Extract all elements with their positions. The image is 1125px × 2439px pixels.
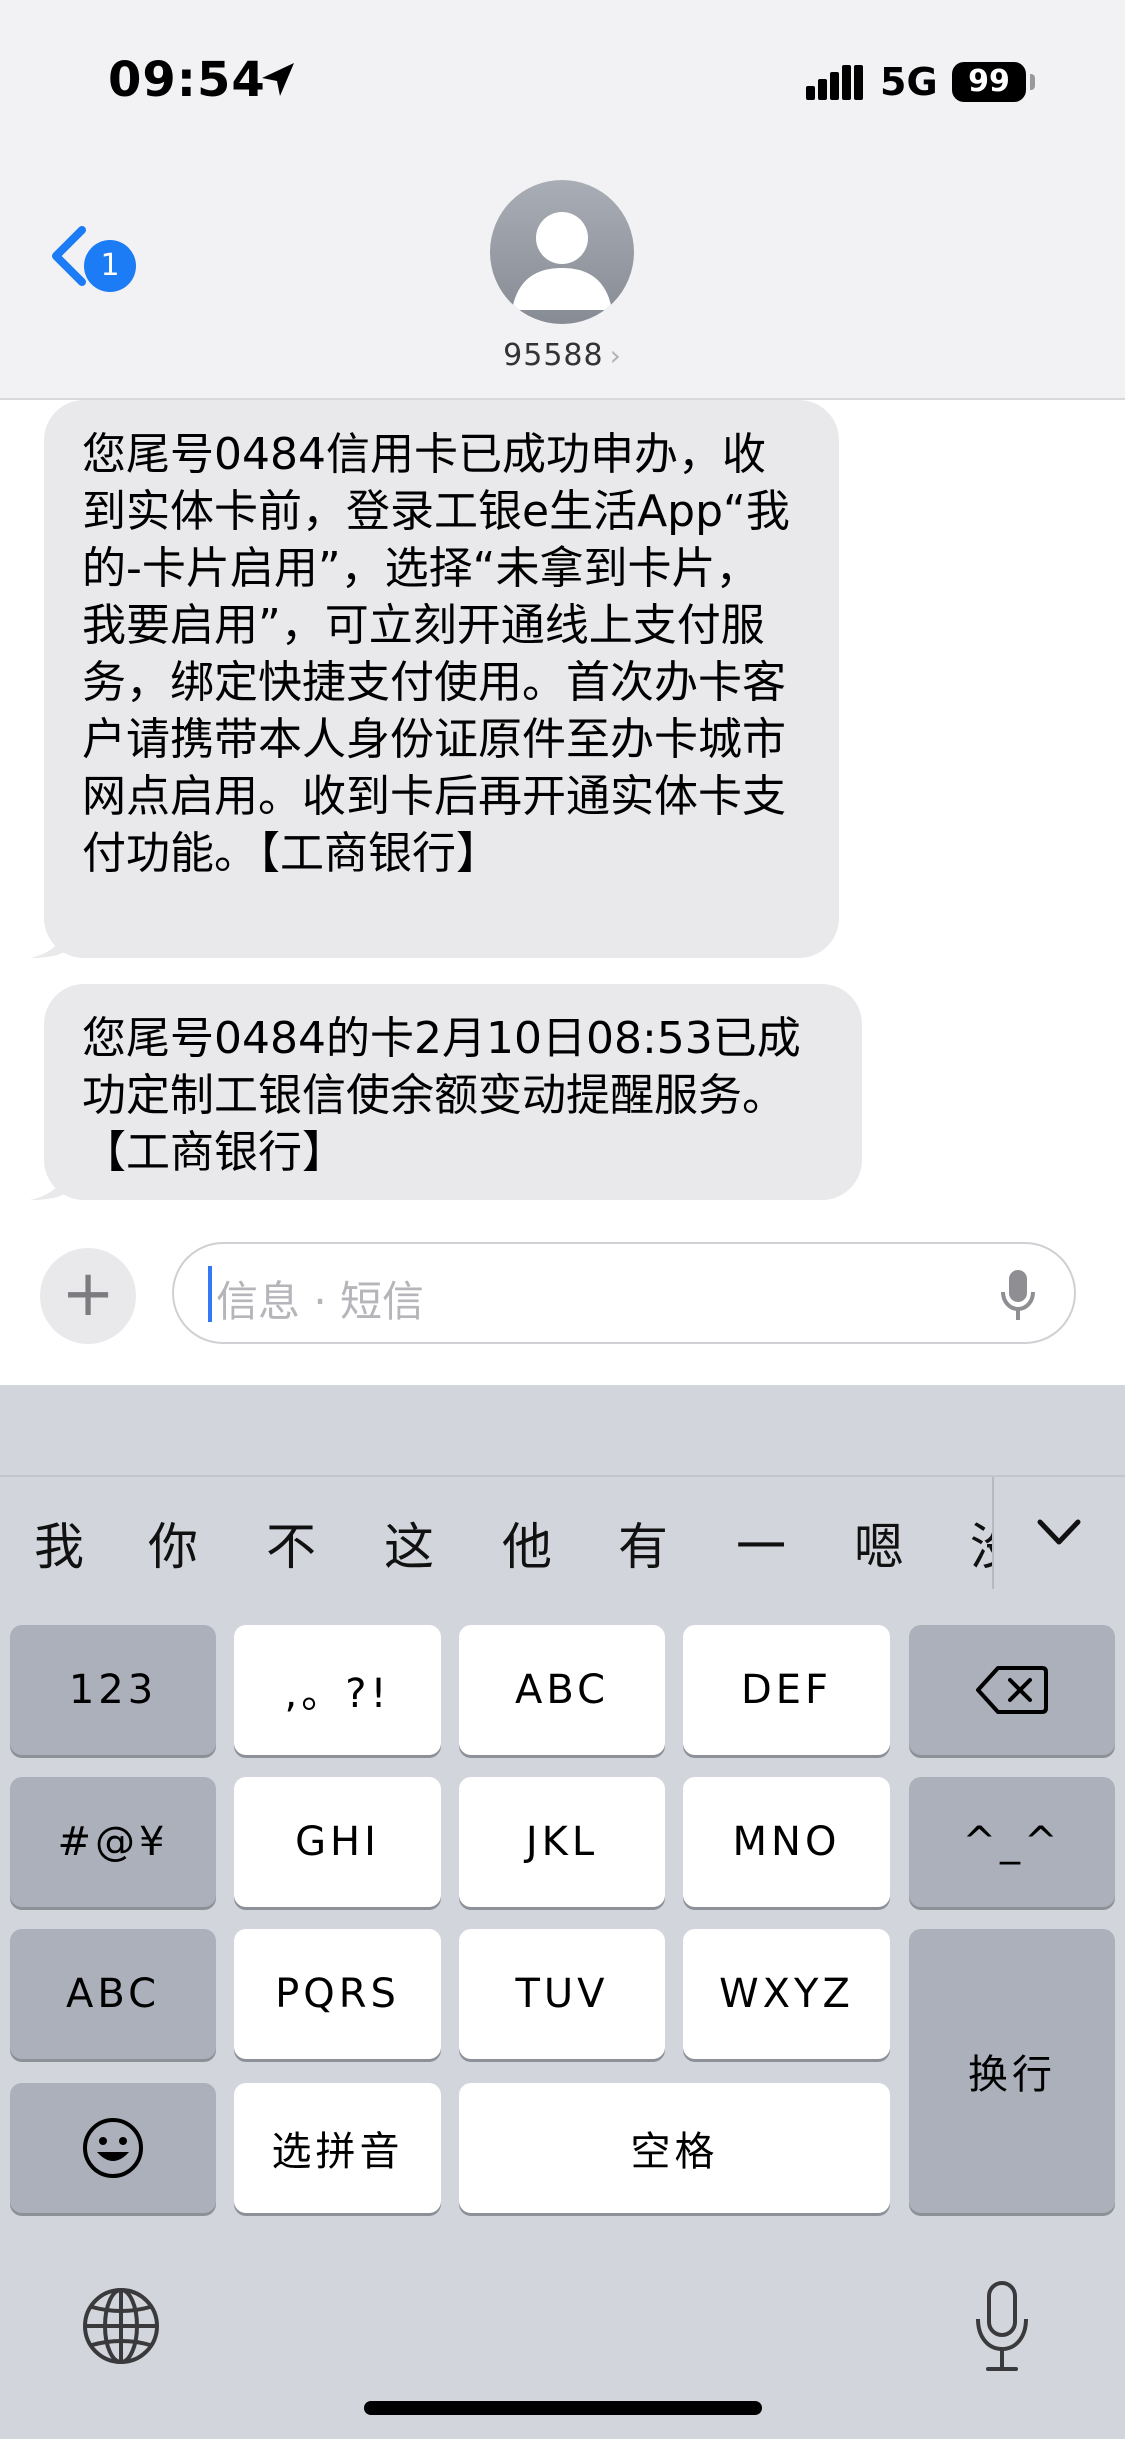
candidate-word[interactable]: 我 — [34, 1507, 84, 1579]
candidate-word[interactable]: 一 — [736, 1507, 786, 1579]
message-list[interactable]: 您尾号0484信用卡已成功申办，收到实体卡前，登录工银e生活App“我的-卡片启… — [0, 400, 1125, 1200]
key-jkl[interactable]: JKL — [459, 1777, 665, 1907]
key-emoticon[interactable]: ^_^ — [909, 1777, 1115, 1907]
candidate-bar: 我 你 不 这 他 有 一 嗯 没 — [0, 1475, 1125, 1599]
key-mno[interactable]: MNO — [683, 1777, 890, 1907]
add-attachment-button[interactable]: + — [40, 1248, 136, 1344]
chevron-down-icon[interactable] — [1036, 1517, 1082, 1547]
candidate-word[interactable]: 这 — [384, 1507, 434, 1579]
status-time: 09:54 — [108, 52, 266, 108]
key-punctuation[interactable]: ,。?! — [234, 1625, 441, 1755]
text-caret — [208, 1266, 212, 1322]
microphone-icon[interactable] — [972, 2279, 1032, 2373]
smiley-face-icon — [83, 2118, 143, 2178]
key-def[interactable]: DEF — [683, 1625, 890, 1755]
candidate-word[interactable]: 不 — [266, 1507, 316, 1579]
back-button[interactable]: 1 — [40, 210, 150, 300]
candidate-word[interactable]: 嗯 — [854, 1507, 904, 1579]
unread-count-badge: 1 — [84, 240, 136, 292]
key-123[interactable]: 123 — [10, 1625, 216, 1755]
cellular-signal-icon — [806, 65, 863, 100]
key-pqrs[interactable]: PQRS — [234, 1929, 441, 2059]
network-type: 5G — [880, 60, 938, 104]
incoming-message-bubble[interactable]: 您尾号0484的卡2月10日08:53已成功定制工银信使余额变动提醒服务。【工商… — [44, 984, 862, 1200]
return-key[interactable]: 换行 — [909, 1929, 1115, 2213]
key-abc[interactable]: ABC — [459, 1625, 665, 1755]
compose-bar: + 信息 · 短信 — [0, 1210, 1125, 1385]
candidate-divider — [992, 1477, 994, 1589]
key-abc-mode[interactable]: ABC — [10, 1929, 216, 2059]
space-key[interactable]: 空格 — [459, 2083, 890, 2213]
person-silhouette-icon — [512, 212, 612, 310]
candidate-word[interactable]: 没 — [970, 1507, 992, 1579]
bubble-tail — [30, 1160, 70, 1200]
key-wxyz[interactable]: WXYZ — [683, 1929, 890, 2059]
location-arrow-icon — [262, 63, 294, 96]
chevron-right-icon: › — [609, 339, 622, 372]
candidate-word[interactable]: 你 — [148, 1507, 198, 1579]
message-input-placeholder: 信息 · 短信 — [216, 1277, 425, 1326]
status-bar: 09:54 5G 99 — [0, 0, 1125, 170]
candidate-word[interactable]: 他 — [502, 1507, 552, 1579]
delete-backspace-icon — [976, 1666, 1048, 1714]
battery-tip — [1030, 74, 1035, 90]
microphone-icon[interactable] — [1000, 1268, 1036, 1322]
candidate-word[interactable]: 有 — [618, 1507, 668, 1579]
chevron-left-icon — [52, 226, 86, 286]
chinese-keyboard: 我 你 不 这 他 有 一 嗯 没 123 ,。?! ABC DEF #@¥ G… — [0, 1385, 1125, 2439]
message-input[interactable]: 信息 · 短信 — [172, 1242, 1076, 1344]
emoji-key[interactable] — [10, 2083, 216, 2213]
delete-key[interactable] — [909, 1625, 1115, 1755]
globe-icon[interactable] — [80, 2285, 162, 2367]
bubble-tail — [30, 918, 70, 958]
contact-number: 95588 — [503, 338, 604, 373]
incoming-message-bubble[interactable]: 您尾号0484信用卡已成功申办，收到实体卡前，登录工银e生活App“我的-卡片启… — [44, 400, 839, 958]
key-symbols[interactable]: #@¥ — [10, 1777, 216, 1907]
key-ghi[interactable]: GHI — [234, 1777, 441, 1907]
battery-indicator: 99 — [952, 62, 1026, 102]
key-select-pinyin[interactable]: 选拼音 — [234, 2083, 441, 2213]
contact-avatar[interactable] — [490, 180, 634, 324]
candidate-overflow: 没 — [970, 1477, 992, 1589]
conversation-header: 1 95588 › — [0, 170, 1125, 400]
contact-name[interactable]: 95588 › — [0, 338, 1125, 373]
home-indicator[interactable] — [364, 2401, 762, 2415]
key-tuv[interactable]: TUV — [459, 1929, 665, 2059]
